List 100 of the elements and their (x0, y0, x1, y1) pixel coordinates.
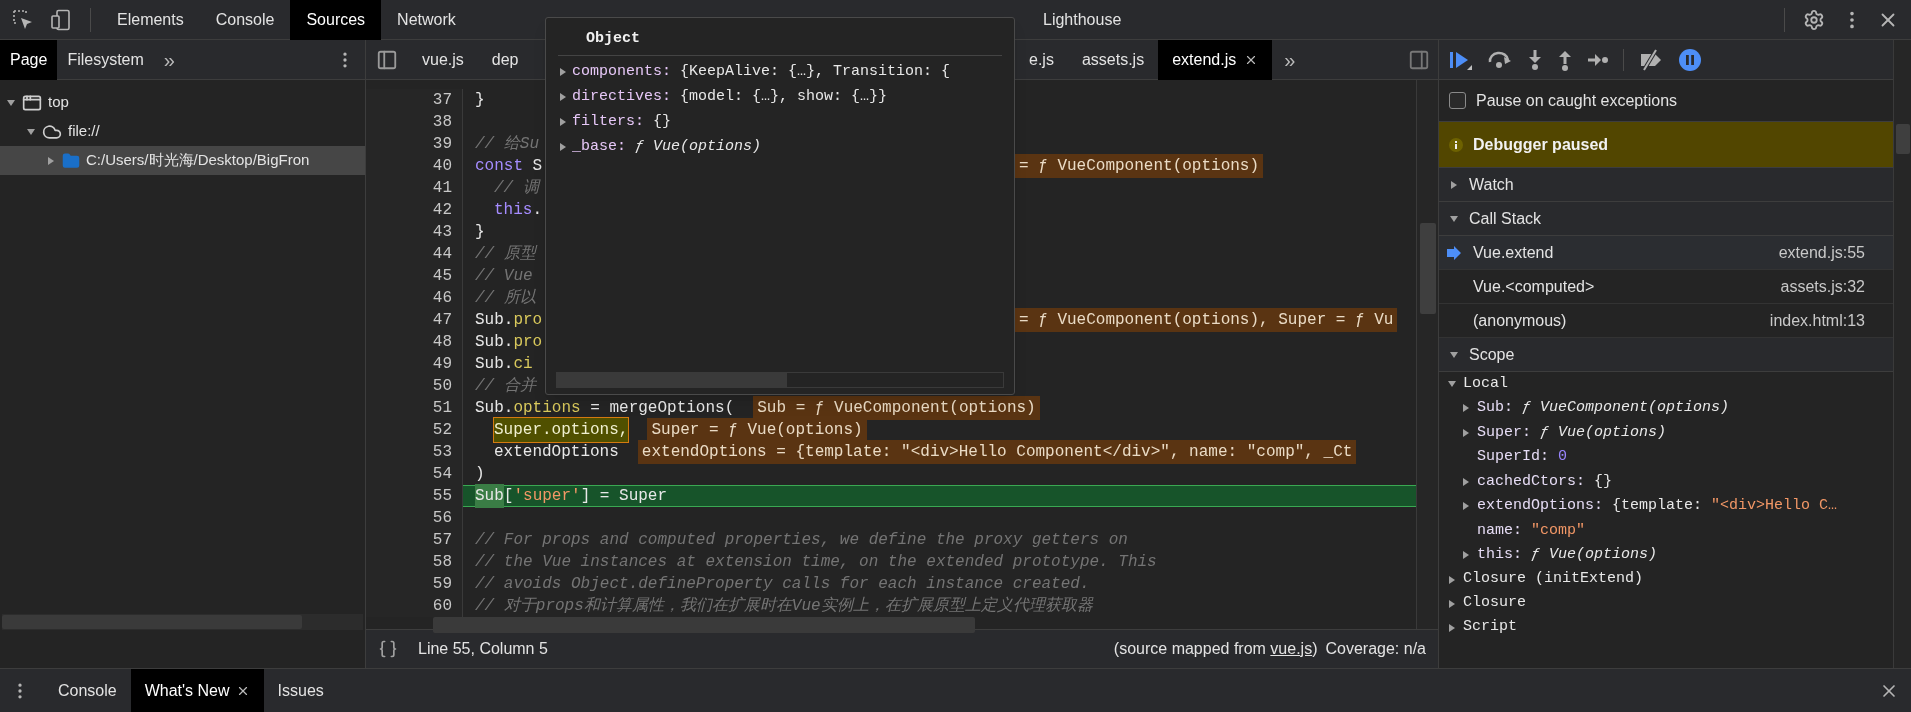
collapsed-triangle-icon[interactable] (1447, 574, 1457, 585)
scrollbar[interactable] (1416, 80, 1438, 629)
code-text: // 合并 (475, 375, 536, 397)
frame-location: assets.js:32 (1780, 276, 1865, 297)
toggle-debugger-icon[interactable] (1408, 48, 1430, 71)
pretty-print-icon[interactable] (378, 639, 398, 659)
pause-on-exceptions-icon[interactable] (1678, 47, 1702, 72)
code-text: } (475, 90, 485, 111)
call-frame[interactable]: Vue.<computed> assets.js:32 (1439, 270, 1893, 304)
frame-name: Vue.<computed> (1473, 276, 1595, 297)
code-text: Sub.pro (475, 310, 543, 331)
folder-icon (62, 151, 80, 170)
expand-triangle-icon[interactable] (558, 92, 568, 102)
code-text: // Vue (475, 266, 533, 287)
step-over-icon[interactable] (1487, 49, 1513, 70)
code-text: // For props and computed properties, we define the proxy getters on (475, 530, 1128, 551)
expand-triangle-icon[interactable] (558, 117, 568, 127)
object-property: filters: {} (572, 111, 672, 132)
expanded-triangle-icon[interactable] (1449, 213, 1459, 224)
expanded-triangle-icon[interactable] (1449, 349, 1459, 360)
panel-tab[interactable]: Console (199, 0, 291, 40)
code-text: // 原型 (475, 244, 536, 265)
inspect-icon[interactable] (12, 8, 34, 31)
file-tab[interactable]: e.js (1015, 39, 1068, 80)
settings-icon[interactable] (1803, 8, 1825, 31)
scope-group-row[interactable]: Closure (initExtend) (1439, 567, 1893, 592)
scope-group-row[interactable]: Closure (1439, 591, 1893, 616)
frame-name: (anonymous) (1473, 310, 1567, 331)
code-text: ['super'] = Super (503, 486, 668, 507)
panel-tab[interactable]: Network (381, 0, 472, 40)
expand-triangle-icon[interactable] (1461, 501, 1471, 512)
call-stack-section-header[interactable]: Call Stack (1439, 202, 1893, 236)
scope-group-row[interactable]: Local (1439, 372, 1893, 396)
code-text: Sub.pro (475, 332, 543, 353)
frame-location: index.html:13 (1769, 310, 1865, 331)
scope-variable: extendOptions: {template: "<div>Hello C… (1477, 496, 1838, 516)
more-tabs-button[interactable]: » (1272, 44, 1308, 75)
expand-triangle-icon[interactable] (1461, 550, 1471, 561)
expanded-triangle-icon[interactable] (26, 126, 36, 137)
scope-section-header[interactable]: Scope (1439, 338, 1893, 372)
tree-item[interactable]: C:/Users/时光海/Desktop/BigFron (0, 146, 365, 175)
source-map-note: (source mapped from vue.js) (1113, 639, 1318, 659)
coverage-label: Coverage: n/a (1325, 639, 1426, 659)
step-icon[interactable] (1587, 51, 1609, 68)
scope-variable: cachedCtors: {} (1477, 471, 1613, 492)
frame-name: Vue.extend (1473, 242, 1554, 263)
highlighted-expression: Super.options, (494, 418, 629, 442)
panel-tab[interactable]: Sources (290, 0, 382, 40)
panel-tab[interactable]: Elements (101, 0, 200, 40)
expand-triangle-icon[interactable] (1461, 403, 1471, 414)
expand-triangle-icon[interactable] (1461, 476, 1471, 487)
tree-item[interactable]: top (0, 88, 365, 117)
code-text: Sub.ci (475, 354, 533, 375)
inline-value: extendOptions = {template: "<div>Hello Component</div>", name: "comp", _Ct (637, 440, 1357, 464)
collapsed-triangle-icon[interactable] (1449, 179, 1459, 190)
drawer-tab[interactable]: What's New (130, 669, 264, 712)
inline-value: Super = ƒ Vue(options) (647, 418, 867, 442)
file-tab[interactable]: extend.js (1158, 39, 1273, 80)
expand-triangle-icon[interactable] (1461, 427, 1471, 438)
code-text: Sub.options = mergeOptions( (475, 398, 735, 419)
tree-label: file:// (68, 121, 100, 142)
scrollbar[interactable] (1893, 40, 1911, 668)
navigator-tab[interactable]: Page (0, 39, 58, 80)
source-link[interactable]: vue.js (1270, 640, 1313, 657)
expanded-triangle-icon[interactable] (6, 97, 16, 108)
tree-label: top (48, 92, 69, 113)
expand-triangle-icon[interactable] (558, 142, 568, 152)
navigator-tab[interactable]: Filesystem (57, 39, 154, 80)
object-property: components: {KeepAlive: {…}, Transition: { (572, 61, 951, 82)
watch-section-header[interactable]: Watch (1439, 168, 1893, 202)
toggle-navigator-icon[interactable] (376, 48, 398, 71)
file-tab[interactable]: assets.js (1067, 39, 1159, 80)
step-out-icon[interactable] (1557, 48, 1573, 71)
checkbox[interactable] (1449, 92, 1466, 109)
checkbox-label: Pause on caught exceptions (1476, 90, 1678, 111)
scope-group-row[interactable]: Script (1439, 615, 1893, 640)
collapsed-triangle-icon[interactable] (46, 155, 56, 166)
scope-variable: SuperId: 0 (1477, 447, 1568, 467)
collapsed-triangle-icon[interactable] (1447, 598, 1457, 609)
code-text: extendOptions (494, 442, 619, 463)
drawer-tab[interactable]: Issues (263, 669, 338, 712)
file-tab[interactable]: vue.js (408, 39, 478, 80)
expanded-triangle-icon[interactable] (1447, 379, 1457, 389)
collapsed-triangle-icon[interactable] (1447, 622, 1457, 633)
drawer-tab[interactable]: Console (44, 669, 131, 712)
tree-item[interactable]: file:// (0, 117, 365, 146)
code-text: // 调 (494, 178, 539, 199)
file-tab[interactable]: dep (477, 39, 533, 80)
more-tabs-button[interactable]: » (153, 44, 185, 75)
code-text: this. (494, 200, 542, 221)
step-into-icon[interactable] (1527, 48, 1543, 71)
expand-triangle-icon[interactable] (558, 67, 568, 77)
deactivate-breakpoints-icon[interactable] (1638, 48, 1664, 71)
panel-tab[interactable]: Lighthouse (1027, 0, 1138, 40)
frame-location: extend.js:55 (1778, 242, 1865, 263)
inline-value: Sub = ƒ VueComponent(options) (753, 396, 1040, 420)
scope-variable: Super: ƒ Vue(options) (1477, 422, 1667, 443)
call-frame[interactable]: Vue.extend extend.js:55 (1439, 236, 1893, 270)
device-icon[interactable] (50, 8, 72, 31)
current-frame-arrow-icon (1447, 245, 1461, 260)
